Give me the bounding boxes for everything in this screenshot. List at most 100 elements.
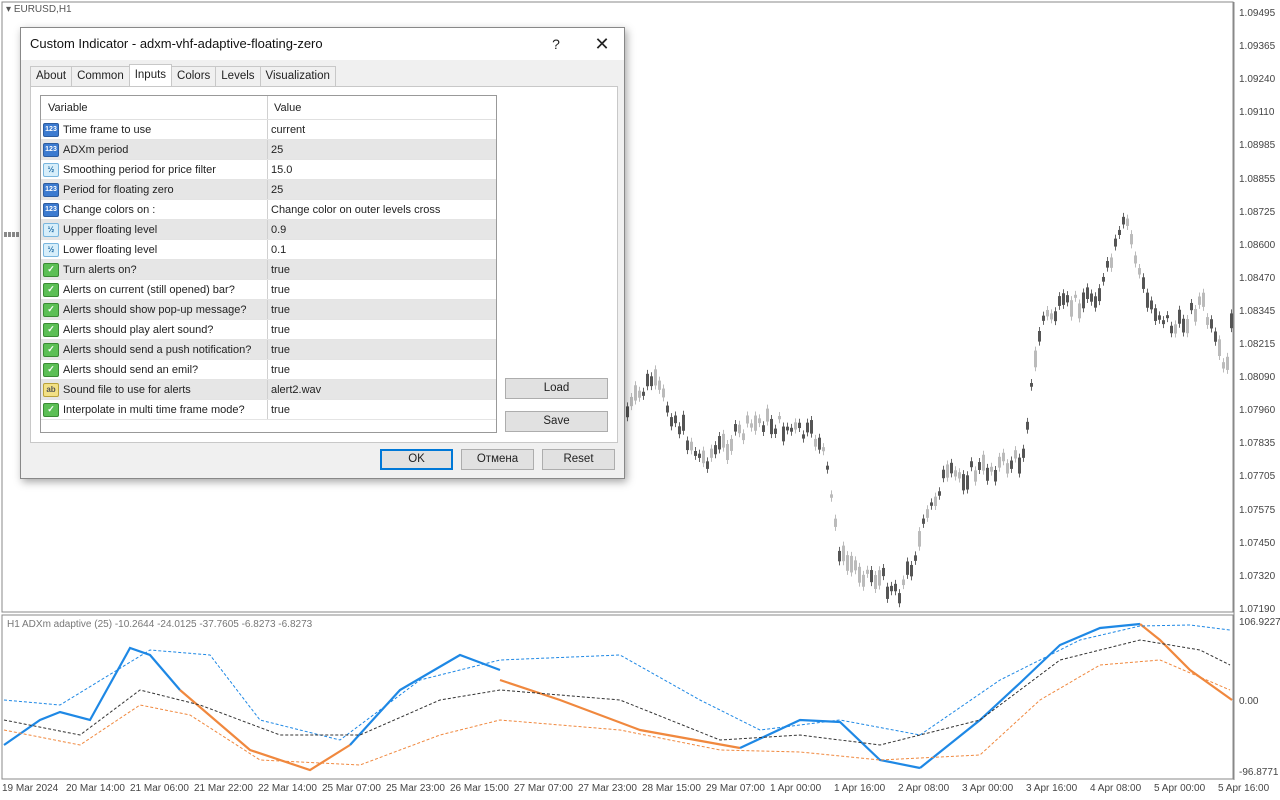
input-variable-name: Period for floating zero	[63, 183, 174, 196]
load-button[interactable]: Load	[505, 378, 608, 399]
time-tick-label: 22 Mar 14:00	[258, 783, 317, 794]
input-value-cell[interactable]: Change color on outer levels cross	[268, 200, 440, 219]
input-value-cell[interactable]: true	[268, 360, 290, 379]
input-variable-cell[interactable]: ✓ Alerts should show pop-up message?	[41, 300, 268, 319]
save-button[interactable]: Save	[505, 411, 608, 432]
inputs-grid[interactable]: Variable Value 123 Time frame to use curre…	[40, 95, 497, 433]
tab-levels[interactable]: Levels	[215, 66, 261, 86]
help-button[interactable]: ?	[541, 32, 571, 56]
input-variable-cell[interactable]: 123 Period for floating zero	[41, 180, 268, 199]
tab-about[interactable]: About	[30, 66, 73, 86]
tab-visualization[interactable]: Visualization	[259, 66, 336, 86]
header-value[interactable]: Value	[268, 96, 301, 119]
candle-body	[734, 424, 737, 432]
input-variable-cell[interactable]: ½ Lower floating level	[41, 240, 268, 259]
input-variable-cell[interactable]: ✓ Turn alerts on?	[41, 260, 268, 279]
input-variable-cell[interactable]: ✓ Alerts should send a push notification?	[41, 340, 268, 359]
input-value-cell[interactable]: alert2.wav	[268, 380, 321, 399]
custom-indicator-dialog[interactable]: Custom Indicator - adxm-vhf-adaptive-flo…	[20, 27, 625, 479]
input-value-cell[interactable]: 0.9	[268, 220, 286, 239]
input-variable-cell[interactable]: ✓ Interpolate in multi time frame mode?	[41, 400, 268, 419]
input-variable-cell[interactable]: ✓ Alerts should send an emil?	[41, 360, 268, 379]
adx-line-down	[499, 678, 741, 750]
candle-body	[1158, 315, 1161, 320]
input-row[interactable]: 123 ADXm period 25	[41, 140, 496, 160]
candle-body	[1010, 460, 1013, 469]
candle-body	[1198, 296, 1201, 305]
input-row[interactable]: ✓ Alerts should send an emil? true	[41, 360, 496, 380]
input-variable-cell[interactable]: 123 Change colors on :	[41, 200, 268, 219]
dialog-title: Custom Indicator - adxm-vhf-adaptive-flo…	[30, 36, 323, 51]
input-value-cell[interactable]: 0.1	[268, 240, 286, 259]
candle-body	[1150, 300, 1153, 310]
input-value-cell[interactable]: true	[268, 400, 290, 419]
input-row[interactable]: ✓ Turn alerts on? true	[41, 260, 496, 280]
input-variable-cell[interactable]: 123 Time frame to use	[41, 120, 268, 139]
dialog-titlebar[interactable]: Custom Indicator - adxm-vhf-adaptive-flo…	[21, 28, 624, 60]
adx-line-up	[739, 718, 921, 770]
input-value-cell[interactable]: true	[268, 300, 290, 319]
input-value-cell[interactable]: true	[268, 260, 290, 279]
candle-body	[1046, 309, 1049, 317]
input-row[interactable]: ½ Smoothing period for price filter 15.0	[41, 160, 496, 180]
candle-body	[850, 555, 853, 573]
tab-colors[interactable]: Colors	[171, 66, 217, 86]
input-variable-cell[interactable]: ½ Smoothing period for price filter	[41, 160, 268, 179]
candle-body	[1126, 218, 1129, 226]
input-row[interactable]: ab Sound file to use for alerts alert2.wav	[41, 380, 496, 400]
header-variable[interactable]: Variable	[41, 96, 268, 119]
input-row[interactable]: 123 Period for floating zero 25	[41, 180, 496, 200]
input-variable-name: Change colors on :	[63, 203, 156, 216]
candle-body	[966, 475, 969, 490]
int-type-icon: 123	[43, 122, 59, 137]
input-row[interactable]: ✓ Alerts on current (still opened) bar? tr…	[41, 280, 496, 300]
adx-line-down	[1139, 623, 1233, 701]
input-value-cell[interactable]: 15.0	[268, 160, 292, 179]
input-row[interactable]: ✓ Alerts should show pop-up message? true	[41, 300, 496, 320]
input-row[interactable]: ✓ Alerts should play alert sound? true	[41, 320, 496, 340]
ok-button[interactable]: OK	[380, 449, 453, 470]
candle-body	[662, 388, 665, 398]
input-value-cell[interactable]: 25	[268, 180, 283, 199]
candle-body	[798, 422, 801, 429]
input-value-cell[interactable]: current	[268, 120, 305, 139]
input-value-cell[interactable]: true	[268, 280, 290, 299]
input-variable-cell[interactable]: ab Sound file to use for alerts	[41, 380, 268, 399]
tab-inputs[interactable]: Inputs	[128, 64, 173, 86]
input-value-cell[interactable]: true	[268, 340, 290, 359]
input-variable-cell[interactable]: ✓ Alerts should play alert sound?	[41, 320, 268, 339]
input-variable-name: Turn alerts on?	[63, 263, 137, 276]
candle-body	[770, 418, 773, 435]
input-variable-name: ADXm period	[63, 143, 129, 156]
candle-body	[670, 417, 673, 427]
close-button[interactable]: ✕	[587, 32, 617, 56]
candle-body	[982, 454, 985, 471]
candle-body	[826, 465, 829, 470]
candle-body	[1026, 421, 1029, 430]
candle-body	[914, 555, 917, 561]
input-variable-cell[interactable]: ½ Upper floating level	[41, 220, 268, 239]
input-value-cell[interactable]: true	[268, 320, 290, 339]
candle-body	[974, 470, 977, 482]
candle-body	[830, 494, 833, 498]
candle-body	[846, 555, 849, 571]
input-row[interactable]: 123 Time frame to use current	[41, 120, 496, 140]
adx-line-up	[349, 653, 501, 746]
candle-body	[998, 456, 1001, 468]
input-row[interactable]: 123 Change colors on : Change color on out…	[41, 200, 496, 220]
input-row[interactable]: ✓ Interpolate in multi time frame mode? tr…	[41, 400, 496, 420]
input-variable-cell[interactable]: ✓ Alerts on current (still opened) bar?	[41, 280, 268, 299]
input-variable-cell[interactable]: 123 ADXm period	[41, 140, 268, 159]
cancel-button[interactable]: Отмена	[461, 449, 534, 470]
tab-common[interactable]: Common	[71, 66, 130, 86]
input-variable-name: Sound file to use for alerts	[63, 383, 191, 396]
candle-body	[1230, 313, 1233, 329]
input-variable-name: Alerts should show pop-up message?	[63, 303, 247, 316]
reset-button[interactable]: Reset	[542, 449, 615, 470]
candle-body	[938, 491, 941, 496]
input-row[interactable]: ✓ Alerts should send a push notification?…	[41, 340, 496, 360]
input-value-cell[interactable]: 25	[268, 140, 283, 159]
input-row[interactable]: ½ Lower floating level 0.1	[41, 240, 496, 260]
input-row[interactable]: ½ Upper floating level 0.9	[41, 220, 496, 240]
input-variable-name: Alerts on current (still opened) bar?	[63, 283, 235, 296]
